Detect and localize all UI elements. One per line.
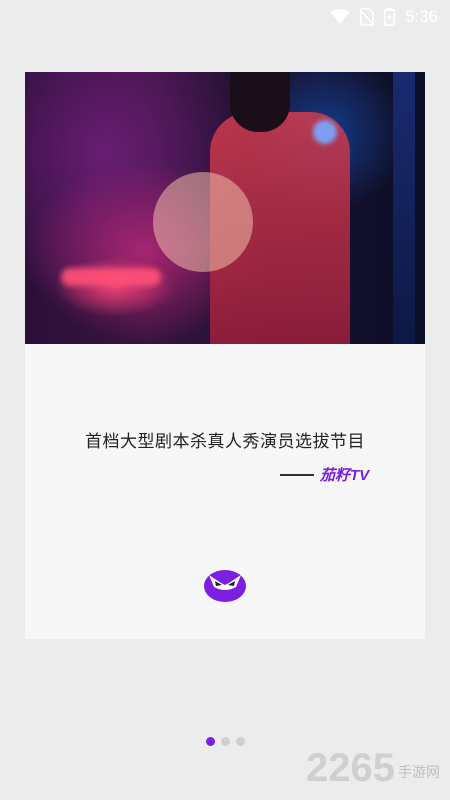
page-dot-3[interactable] — [235, 737, 245, 746]
battery-icon — [383, 8, 395, 26]
onboarding-card[interactable]: 首档大型剧本杀真人秀演员选拔节目 茄籽TV — [25, 72, 425, 639]
mask-logo-icon — [203, 567, 247, 603]
status-time: 5:36 — [404, 7, 438, 26]
status-bar: 5:36 — [0, 0, 450, 34]
page-dot-1[interactable] — [205, 737, 215, 746]
watermark: 2265 手游网 — [306, 748, 440, 788]
wifi-icon — [329, 9, 350, 25]
brand-name: 茄籽TV — [320, 467, 370, 484]
signature-dash — [280, 473, 314, 476]
watermark-number: 2265 — [306, 746, 395, 790]
hero-image — [25, 72, 425, 344]
watermark-suffix: 手游网 — [398, 765, 440, 781]
page-dot-2[interactable] — [220, 737, 230, 746]
brand-signature: 茄籽TV — [280, 464, 369, 485]
tagline-text: 首档大型剧本杀真人秀演员选拔节目 — [85, 432, 365, 452]
no-sim-icon — [359, 8, 374, 26]
page-indicator[interactable] — [0, 737, 450, 746]
